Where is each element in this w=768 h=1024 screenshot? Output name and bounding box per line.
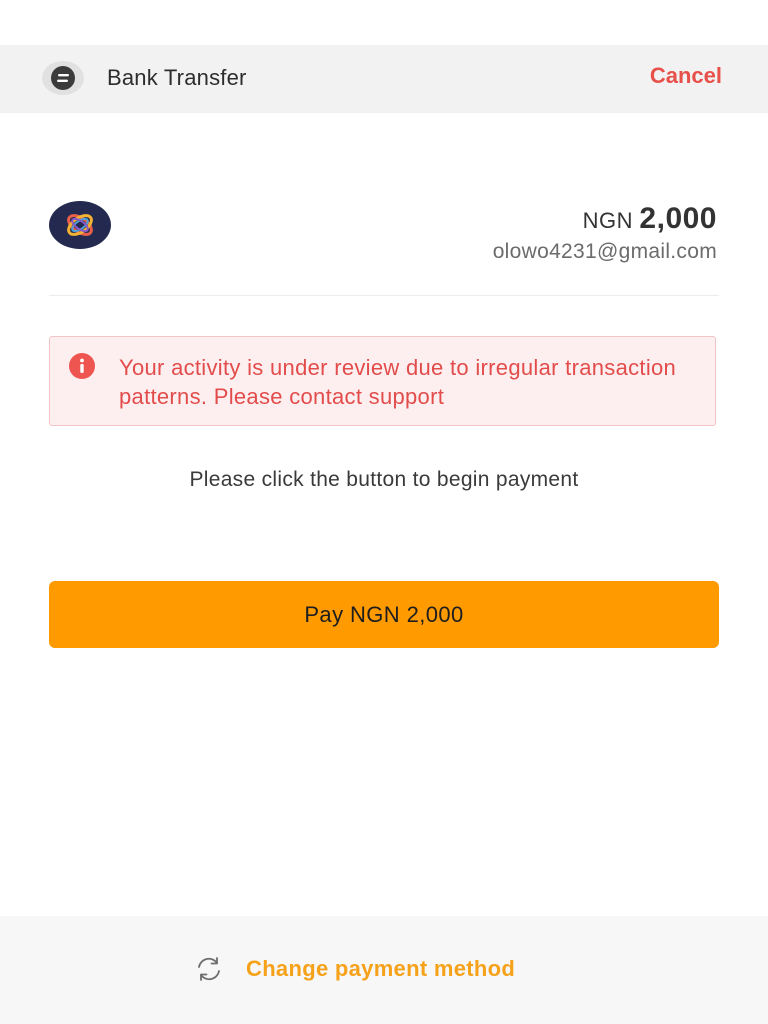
change-payment-method-link[interactable]: Change payment method [193, 954, 515, 984]
divider [49, 295, 719, 296]
alert-message: Your activity is under review due to irr… [119, 355, 677, 409]
cancel-button[interactable]: Cancel [650, 63, 722, 89]
change-payment-method-label: Change payment method [246, 956, 516, 981]
amount-value: 2,000 [639, 202, 717, 235]
footer-bar: Change payment method [0, 916, 768, 1024]
bank-transfer-icon [41, 60, 85, 96]
info-icon [69, 353, 95, 379]
refresh-icon [193, 954, 225, 984]
currency-code: NGN [582, 208, 633, 233]
review-alert: Your activity is under review due to irr… [49, 336, 716, 426]
pay-button[interactable]: Pay NGN 2,000 [49, 581, 719, 648]
page-title: Bank Transfer [107, 65, 247, 90]
customer-email: olowo4231@gmail.com [492, 240, 717, 263]
payment-instruction: Please click the button to begin payment [189, 468, 579, 491]
header-bar: Bank Transfer Cancel [0, 45, 768, 113]
amount-display: NGN 2,000 [583, 202, 717, 236]
merchant-logo [49, 201, 111, 249]
